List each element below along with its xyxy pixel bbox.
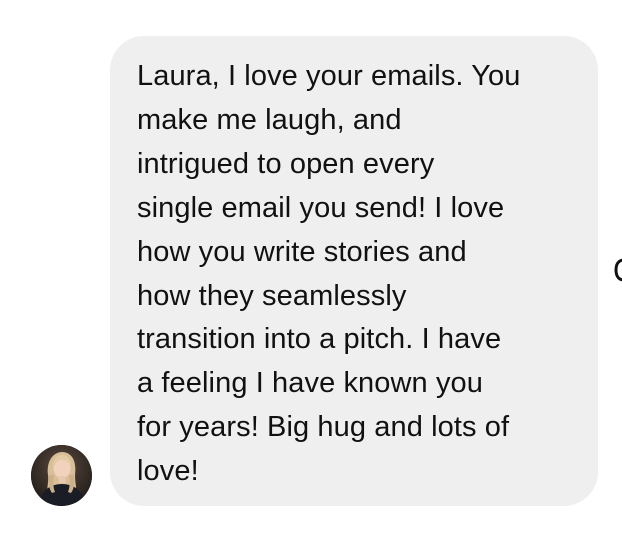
sender-avatar[interactable] [31, 445, 92, 506]
message-line: intrigued to open every [137, 147, 435, 180]
message-line: make me laugh, and [137, 103, 402, 136]
profile-photo-avatar [31, 445, 92, 506]
message-bubble[interactable]: Laura, I love your emails. You make me l… [110, 36, 598, 506]
message-line: transition into a pitch. I have [137, 323, 502, 356]
reaction-icon[interactable] [614, 256, 622, 284]
message-line: a feeling I have known you [137, 367, 483, 400]
chat-thread: Laura, I love your emails. You make me l… [0, 0, 622, 534]
message-line: Laura, I love your emails. You [137, 60, 521, 92]
message-line: single email you send! I love [137, 191, 505, 224]
message-line: how they seamlessly [137, 279, 407, 312]
reaction-icon-shape [614, 258, 622, 282]
message-line: love! [137, 455, 199, 488]
message-line: for years! Big hug and lots of [137, 411, 510, 444]
message-line: how you write stories and [137, 235, 467, 268]
